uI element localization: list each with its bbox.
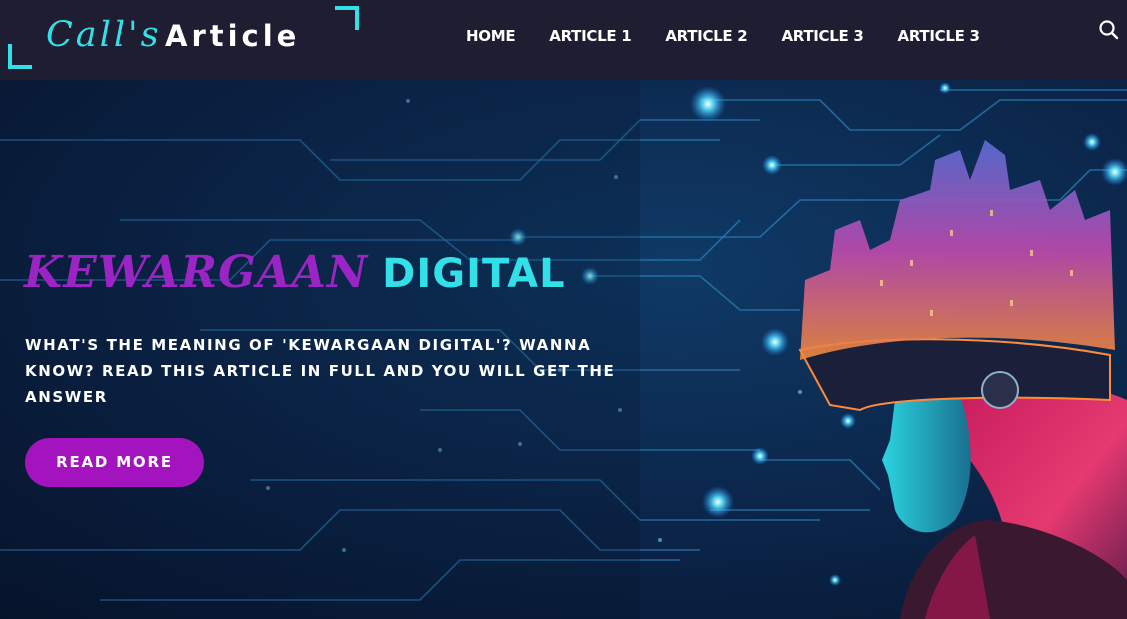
search-button[interactable] bbox=[1098, 19, 1120, 41]
main-nav: HOME ARTICLE 1 ARTICLE 2 ARTICLE 3 ARTIC… bbox=[466, 24, 1014, 48]
search-icon bbox=[1099, 20, 1119, 40]
logo-corner-bracket-left bbox=[8, 44, 32, 69]
nav-home[interactable]: HOME bbox=[466, 24, 516, 48]
hero-section: KEWARGAAN DIGITAL WHAT'S THE MEANING OF '… bbox=[0, 80, 1127, 619]
nav-article-3-duplicate[interactable]: ARTICLE 3 bbox=[898, 24, 980, 48]
site-header: Call's Article HOME ARTICLE 1 ARTICLE 2 … bbox=[0, 0, 1127, 80]
logo-bold-text: Article bbox=[165, 19, 301, 53]
read-more-button[interactable]: READ MORE bbox=[25, 438, 204, 487]
hero-description: WHAT'S THE MEANING OF 'KEWARGAAN DIGITAL… bbox=[25, 336, 616, 406]
logo-corner-bracket-right bbox=[335, 6, 359, 30]
logo-script-text: Call's bbox=[46, 15, 162, 55]
nav-article-1[interactable]: ARTICLE 1 bbox=[549, 24, 631, 48]
site-logo[interactable]: Call's Article bbox=[0, 0, 370, 80]
hero-title-bold: DIGITAL bbox=[382, 251, 566, 297]
hero-title: KEWARGAAN DIGITAL bbox=[24, 245, 566, 304]
nav-article-3[interactable]: ARTICLE 3 bbox=[781, 24, 863, 48]
hero-title-script: KEWARGAAN bbox=[24, 247, 369, 298]
nav-article-2[interactable]: ARTICLE 2 bbox=[665, 24, 747, 48]
